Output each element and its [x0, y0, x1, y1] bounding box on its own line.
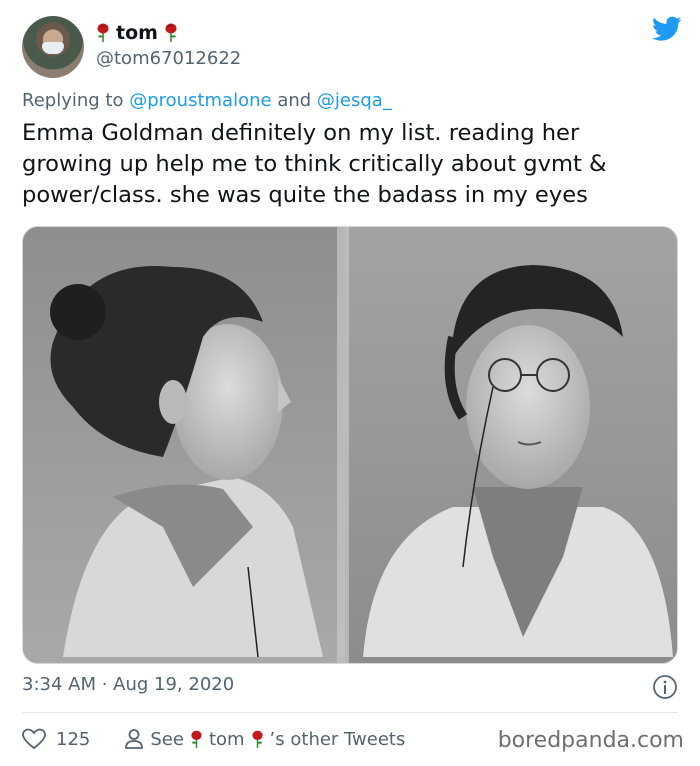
tweet-text-line: power/class. she was quite the badass in… [22, 182, 588, 208]
see-suffix: ’s other Tweets [269, 728, 406, 750]
twitter-bird-icon[interactable] [652, 16, 682, 42]
display-name[interactable]: tom [116, 22, 158, 44]
see-name: tom [208, 728, 245, 750]
rose-icon [191, 730, 202, 748]
rose-icon [97, 23, 109, 42]
see-other-tweets-link[interactable]: See tom ’s other Tweets [124, 728, 405, 750]
tweet-text: Emma Goldman definitely on my list. read… [22, 118, 682, 211]
rose-icon [165, 23, 177, 42]
person-icon [125, 729, 144, 749]
display-name-row[interactable]: tom [96, 22, 178, 44]
heart-icon [22, 728, 46, 750]
like-count: 125 [56, 728, 91, 750]
mention-link[interactable]: @jesqa_ [317, 90, 392, 111]
mention-link[interactable]: @proustmalone [129, 90, 271, 111]
replying-to: Replying to @proustmalone and @jesqa_ [22, 90, 392, 111]
rose-icon [251, 730, 263, 748]
like-button[interactable]: 125 [22, 728, 90, 750]
watermark: boredpanda.com [497, 728, 684, 753]
avatar[interactable] [22, 16, 84, 78]
photo-icon [23, 227, 677, 663]
replying-conjunction: and [277, 90, 312, 111]
user-handle[interactable]: @tom67012622 [96, 48, 241, 69]
face-mask [42, 42, 64, 54]
see-prefix: See [150, 728, 184, 750]
replying-prefix: Replying to [22, 90, 124, 111]
tweet-timestamp[interactable]: 3:34 AM · Aug 19, 2020 [22, 674, 234, 695]
tweet-photo[interactable] [22, 226, 678, 664]
tweet-actions: 125 See tom ’s other Tweets [22, 722, 405, 756]
info-icon[interactable] [652, 674, 678, 700]
tweet-text-line: Emma Goldman definitely on my list. read… [22, 120, 580, 146]
tweet-header: tom @tom67012622 [22, 14, 682, 80]
divider [22, 712, 678, 713]
tweet-text-line: growing up help me to think critically a… [22, 151, 607, 177]
